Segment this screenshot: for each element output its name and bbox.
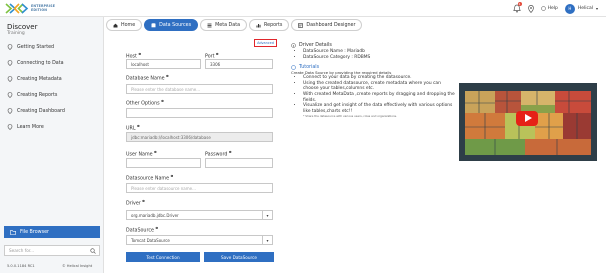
driver-value: org.mariadb.jdbc.Driver [131, 212, 179, 218]
save-datasource-button[interactable]: Save DataSource [204, 252, 274, 262]
chevron-down-icon: ▾ [262, 236, 272, 244]
tab-label: Data Sources [159, 22, 192, 28]
advanced-link[interactable]: Advanced [254, 39, 277, 47]
sidebar-item-creating-metadata[interactable]: Creating Metadata [0, 71, 104, 87]
file-search-input[interactable]: Search for... [4, 245, 100, 256]
file-browser-label: File Browser [20, 229, 49, 235]
avatar: H [564, 3, 575, 14]
database-name-label: Database Name ❶ [126, 74, 169, 82]
version-text: 5.0.0.1184 RC1 [7, 264, 35, 268]
tab-label: Meta Data [215, 22, 241, 28]
driver-details-heading: Driver Details [291, 43, 451, 48]
sidebar-item-label: Creating Reports [17, 92, 58, 98]
folder-icon [10, 229, 16, 235]
main-tabs: Home Data Sources Meta Data Reports Dash… [104, 17, 606, 33]
driver-label: Driver ❶ [126, 199, 145, 207]
datasource-type-select[interactable]: Tomcat DataSource ▾ [126, 235, 273, 245]
tab-meta-data[interactable]: Meta Data [200, 19, 248, 31]
driver-select[interactable]: org.mariadb.jdbc.Driver ▾ [126, 210, 273, 220]
sidebar-item-label: Creating Dashboard [17, 108, 65, 114]
sidebar: Discover Training Getting Started Connec… [0, 17, 104, 273]
notification-count-badge: 1 [517, 2, 522, 6]
list-item: With created MetaData ,create reports by… [303, 92, 457, 103]
info-icon [291, 43, 296, 48]
driver-details-list: DataSource Name : Mariadb DataSource Cat… [291, 49, 451, 60]
tab-data-sources[interactable]: Data Sources [144, 19, 199, 31]
help-link[interactable]: Help [540, 6, 558, 11]
brand-line-2: EDITION [31, 8, 48, 12]
username-input[interactable] [126, 158, 201, 168]
top-bar: ENTERPRISE EDITION 1 Help H Helical ▾ [0, 0, 606, 17]
host-input[interactable]: localhost [126, 59, 201, 69]
copyright-text: © Helical Insight [62, 264, 93, 268]
port-input[interactable]: 3306 [205, 59, 273, 69]
play-icon [525, 114, 532, 122]
sidebar-item-label: Connecting to Data [17, 60, 64, 66]
search-placeholder: Search for... [9, 248, 35, 253]
other-options-label: Other Options ❶ [126, 99, 164, 107]
pin-icon [7, 108, 13, 114]
search-icon[interactable] [90, 248, 96, 254]
help-label: Help [547, 6, 558, 11]
brand-text: ENTERPRISE EDITION [31, 4, 55, 12]
datasource-type-value: Tomcat DataSource [131, 237, 170, 243]
datasource-form: Advanced Host ❶ localhost Port ❶ 3306 Da… [123, 33, 283, 273]
tutorial-video[interactable] [459, 83, 597, 161]
sidebar-item-creating-dashboard[interactable]: Creating Dashboard [0, 103, 104, 119]
home-icon [113, 23, 118, 27]
pin-icon [7, 124, 13, 130]
pin-icon [7, 44, 13, 50]
sidebar-item-label: Getting Started [17, 44, 55, 50]
sidebar-item-connecting-to-data[interactable]: Connecting to Data [0, 55, 104, 71]
location-pin-icon[interactable] [527, 4, 534, 13]
notification-bell-icon[interactable]: 1 [512, 2, 522, 13]
top-right-controls: 1 Help H Helical ▾ [512, 2, 598, 14]
tutorials-list: Connect to your data by creating the dat… [291, 75, 457, 114]
datasource-name-label: Datasource Name ❶ [126, 174, 174, 182]
pin-icon [7, 76, 13, 82]
password-label: Password ❶ [205, 150, 232, 158]
test-connection-button[interactable]: Test Connection [126, 252, 200, 262]
password-input[interactable] [205, 158, 273, 168]
datasource-type-label: DataSource ❶ [126, 226, 159, 234]
url-input[interactable]: jdbc:mariadb://localhost:3306/database [126, 132, 273, 142]
tab-home[interactable]: Home [106, 19, 143, 31]
sidebar-item-getting-started[interactable]: Getting Started [0, 39, 104, 55]
tab-dashboard-designer[interactable]: Dashboard Designer [291, 19, 363, 31]
sidebar-subtitle: Training [7, 31, 25, 36]
database-icon [151, 22, 156, 27]
username: Helical [577, 6, 593, 11]
chevron-down-icon: ▾ [262, 211, 272, 219]
list-item: Using the created datasource, create met… [303, 81, 457, 92]
sidebar-item-learn-more[interactable]: Learn More [0, 119, 104, 135]
help-icon [540, 6, 546, 11]
tab-label: Home [121, 22, 136, 28]
pin-icon [7, 60, 13, 66]
chevron-down-icon: ▾ [595, 6, 598, 11]
bar-chart-icon [256, 23, 261, 27]
dashboard-icon [298, 22, 304, 28]
list-item: DataSource Category : RDBMS [303, 55, 451, 61]
sidebar-item-label: Creating Metadata [17, 76, 62, 82]
sidebar-item-creating-reports[interactable]: Creating Reports [0, 87, 104, 103]
database-name-input[interactable]: Please enter the database name... [126, 84, 273, 94]
tab-label: Reports [264, 22, 283, 28]
username-label: User Name ❶ [126, 150, 157, 158]
url-label: URL ❶ [126, 124, 140, 132]
helical-logo[interactable] [5, 2, 29, 15]
info-panel: Driver Details DataSource Name : Mariadb… [291, 33, 455, 119]
sidebar-title: Discover [7, 23, 38, 31]
pin-icon [7, 92, 13, 98]
tab-label: Dashboard Designer [306, 22, 356, 28]
datasource-name-input[interactable]: Please enter datasource name... [126, 183, 273, 193]
tab-reports[interactable]: Reports [249, 19, 290, 31]
list-item: Visualize and get insight of the data ef… [303, 103, 457, 114]
sidebar-item-label: Learn More [17, 124, 44, 130]
file-browser-button[interactable]: File Browser [4, 226, 100, 238]
tutorials-note: * Share the datasource with various user… [303, 114, 398, 119]
list-icon [207, 23, 212, 27]
other-options-input[interactable] [126, 108, 273, 118]
user-menu[interactable]: H Helical ▾ [564, 3, 598, 14]
driver-details-title: Driver Details [299, 43, 332, 48]
